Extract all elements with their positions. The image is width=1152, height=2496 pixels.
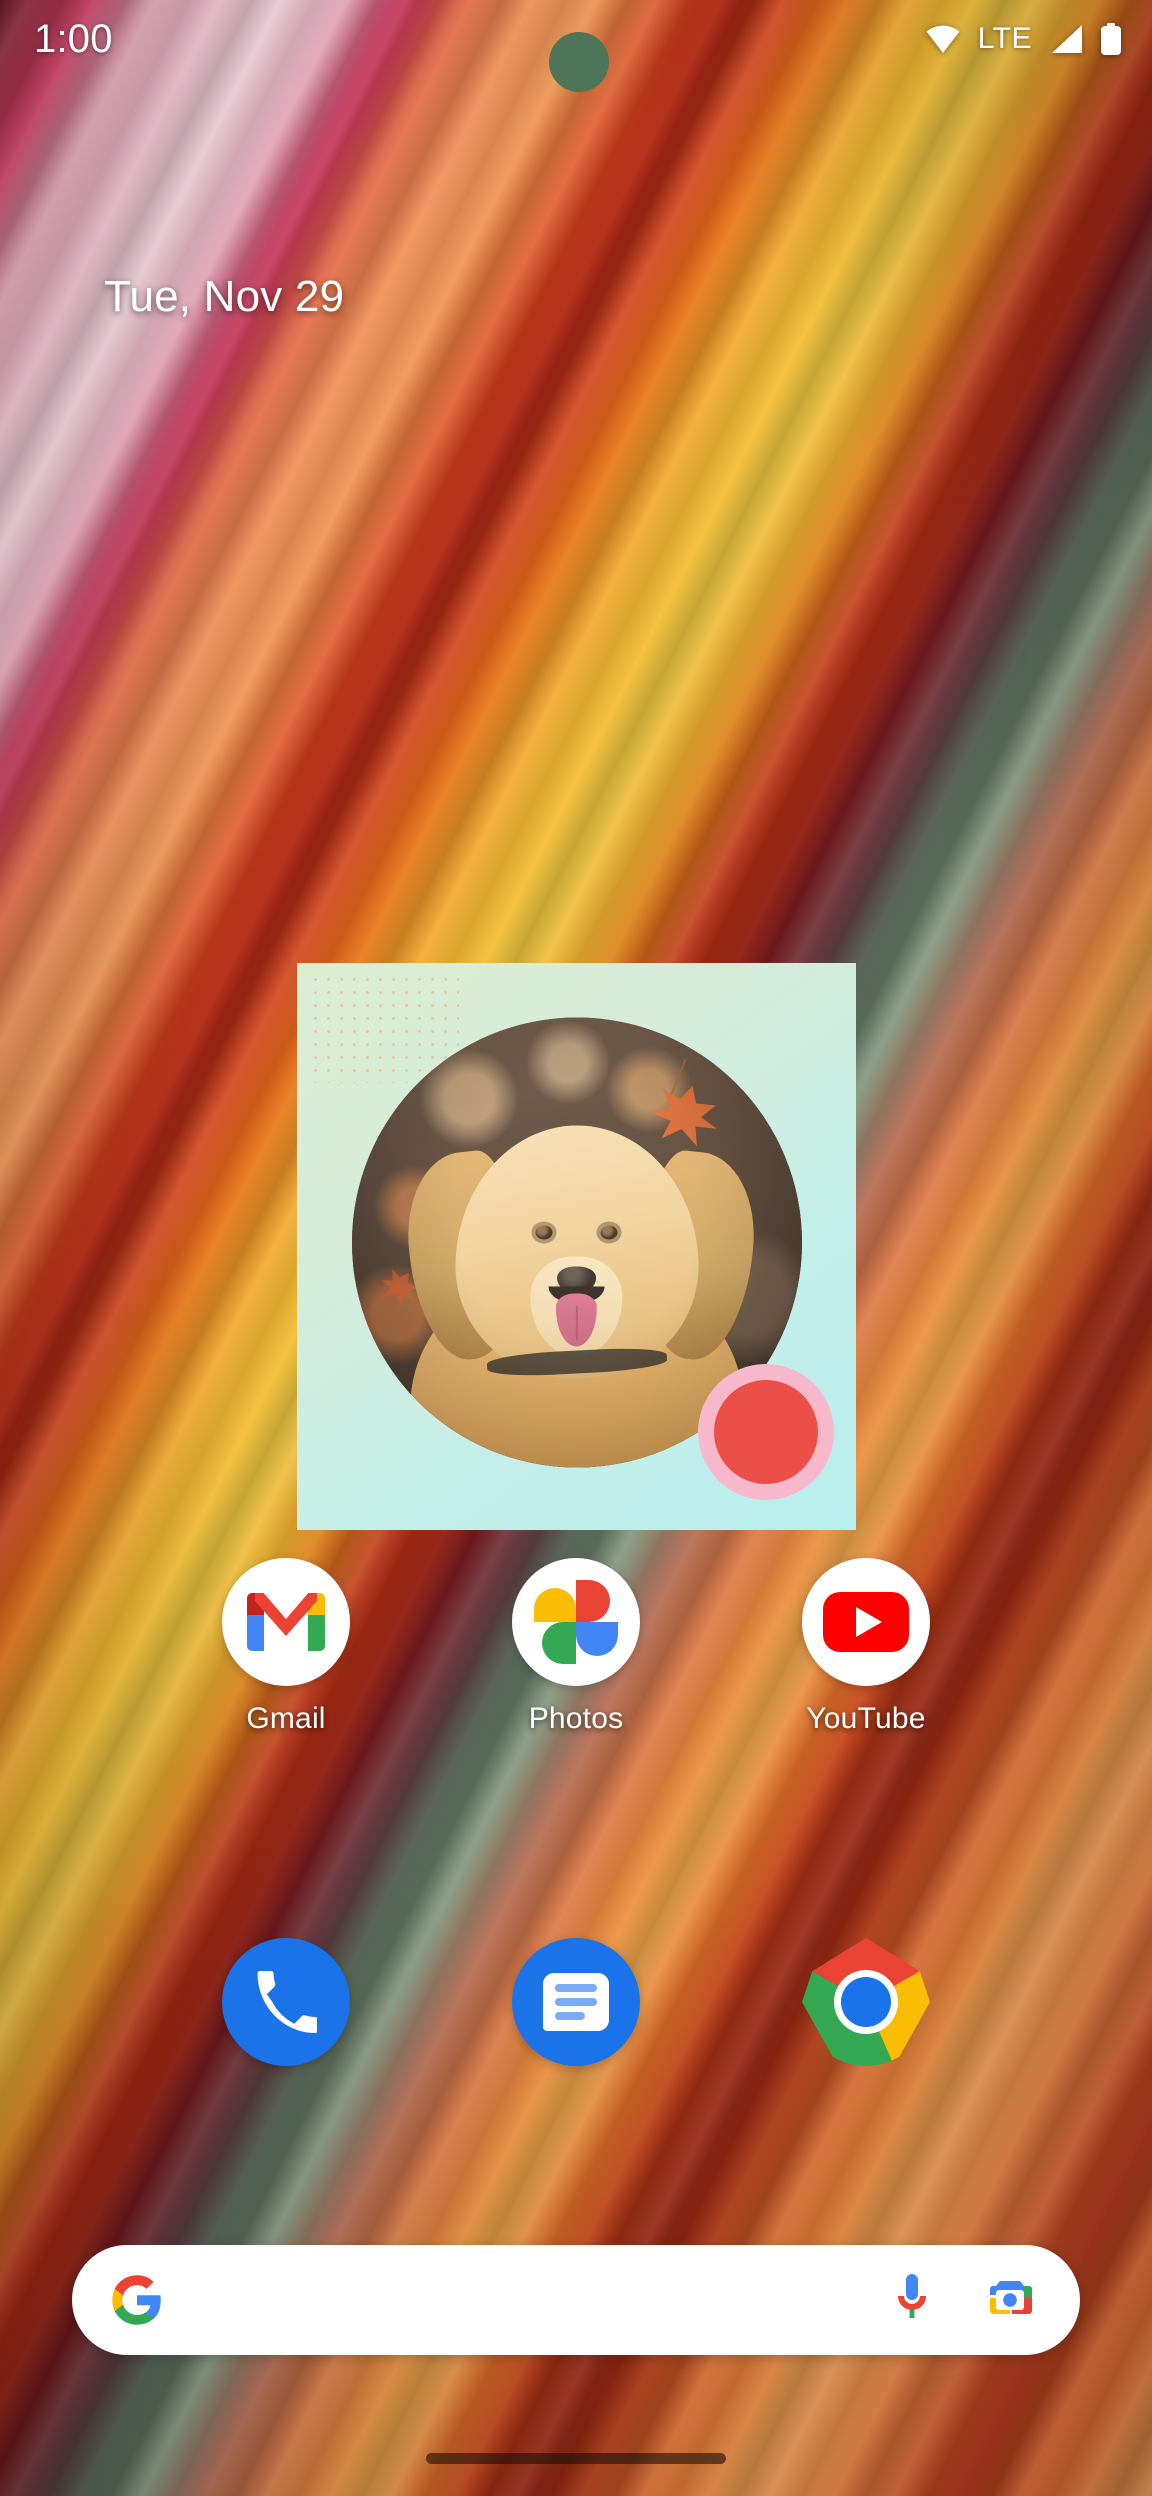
- battery-icon: [1101, 23, 1121, 55]
- dock-item-chrome[interactable]: [776, 1938, 956, 2066]
- google-photos-icon[interactable]: [512, 1558, 640, 1686]
- home-screen: 1:00 LTE Tue, Nov 29 Gmail Photos YouTub…: [0, 0, 1152, 2496]
- app-youtube[interactable]: YouTube: [776, 1558, 956, 1736]
- phone-icon[interactable]: [222, 1938, 350, 2066]
- dock-item-messages[interactable]: [486, 1938, 666, 2066]
- status-clock: 1:00: [34, 16, 113, 61]
- google-search-bar[interactable]: [72, 2245, 1080, 2355]
- play-triangle-icon: [855, 1607, 882, 1637]
- app-gmail[interactable]: Gmail: [196, 1558, 376, 1736]
- status-icons-group: LTE: [925, 22, 1122, 56]
- app-label-photos: Photos: [528, 1702, 624, 1735]
- app-label-gmail: Gmail: [246, 1702, 326, 1735]
- app-label-youtube: YouTube: [806, 1702, 926, 1735]
- chrome-icon[interactable]: [802, 1938, 930, 2066]
- youtube-icon[interactable]: [802, 1558, 930, 1686]
- camera-punch-hole: [549, 32, 609, 92]
- gmail-m-glyph: [247, 1593, 325, 1651]
- search-actions: [888, 2272, 1036, 2328]
- pinwheel-glyph: [534, 1580, 618, 1664]
- widget-badge-button[interactable]: [698, 1364, 834, 1500]
- dock: [0, 1938, 1152, 2066]
- google-lens-icon[interactable]: [984, 2274, 1036, 2326]
- network-type-label: LTE: [977, 22, 1032, 55]
- signal-icon: [1052, 25, 1082, 53]
- date-widget[interactable]: Tue, Nov 29: [104, 272, 344, 322]
- photo-frame-widget[interactable]: [297, 963, 856, 1530]
- google-g-icon: [112, 2275, 161, 2325]
- widget-badge-inner: [714, 1380, 818, 1484]
- phone-handset-glyph: [255, 1971, 317, 2033]
- dock-item-phone[interactable]: [196, 1938, 376, 2066]
- app-grid-row: Gmail Photos YouTube: [0, 1558, 1152, 1736]
- gmail-icon[interactable]: [222, 1558, 350, 1686]
- speech-bubble-glyph: [543, 1973, 609, 2031]
- home-gesture-pill[interactable]: [426, 2453, 726, 2464]
- youtube-box-glyph: [823, 1592, 909, 1652]
- app-photos[interactable]: Photos: [486, 1558, 666, 1736]
- microphone-icon[interactable]: [888, 2272, 936, 2328]
- wifi-icon: [926, 25, 960, 53]
- search-input[interactable]: [110, 2273, 888, 2327]
- messages-icon[interactable]: [512, 1938, 640, 2066]
